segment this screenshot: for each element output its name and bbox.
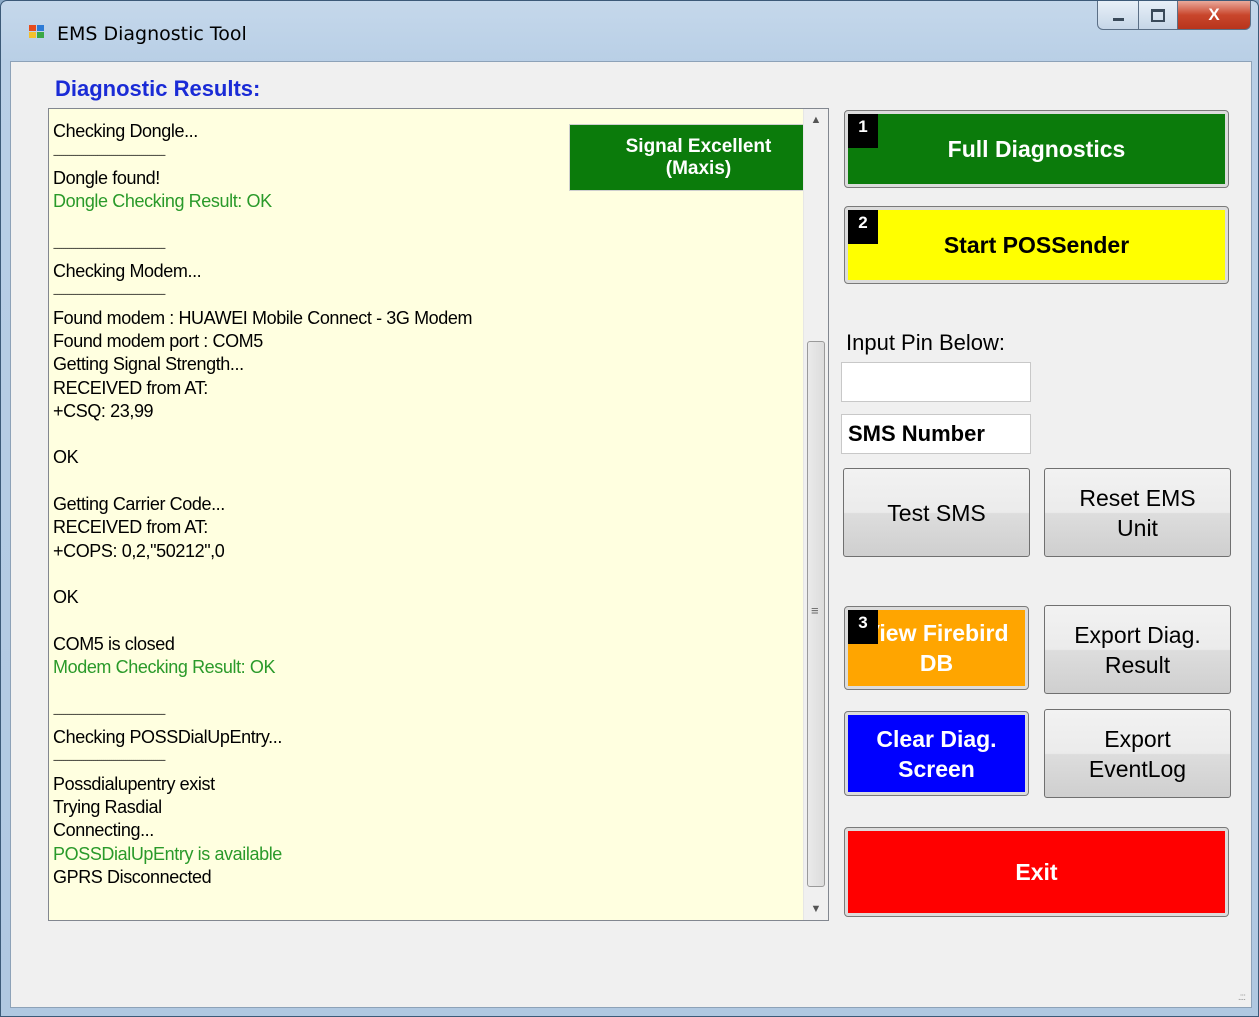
full-diagnostics-button[interactable]: 1 Full Diagnostics [844, 110, 1229, 188]
caption-buttons: X [1097, 1, 1251, 30]
close-button[interactable]: X [1178, 1, 1251, 30]
start-possender-label: Start POSSender [943, 232, 1130, 258]
log-line: +CSQ: 23,99 [53, 400, 154, 421]
log-scrollbar[interactable]: ▲ ≡ ▼ [803, 109, 828, 920]
test-sms-label: Test SMS [887, 499, 986, 526]
exit-label: Exit [1015, 859, 1058, 885]
log-separator: ----------------------------------------… [53, 755, 166, 766]
minimize-icon [1112, 17, 1124, 21]
page-title: Diagnostic Results: [55, 76, 261, 101]
log-line: OK [53, 447, 79, 468]
step-1-badge: 1 [848, 114, 878, 148]
pin-input[interactable] [841, 362, 1031, 402]
log-line: Possdialupentry exist [53, 773, 215, 794]
export-eventlog-button[interactable]: Export EventLog [1044, 709, 1231, 798]
step-2-badge: 2 [848, 210, 878, 244]
log-line: Dongle Checking Result: OK [53, 191, 272, 212]
log-line: Trying Rasdial [53, 796, 162, 817]
log-line: COM5 is closed [53, 633, 175, 654]
log-line: Connecting... [53, 820, 154, 841]
step-3-badge: 3 [848, 610, 878, 644]
log-line: Checking Modem... [53, 261, 202, 282]
diagnostic-log[interactable]: ----------------------------------------… [48, 108, 829, 921]
app-window: EMS Diagnostic Tool X Diagnostic Results… [0, 0, 1259, 1017]
view-firebird-db-label: View Firebird DB [864, 620, 1009, 676]
log-separator: ----------------------------------------… [53, 108, 166, 113]
log-line: Checking POSSDialUpEntry... [53, 727, 282, 748]
log-line: Found modem : HUAWEI Mobile Connect - 3G… [53, 307, 473, 328]
scroll-grip-icon: ≡ [811, 603, 819, 618]
signal-status-badge: Signal Excellent (Maxis) [569, 124, 828, 191]
window-title: EMS Diagnostic Tool [57, 23, 247, 45]
log-line: GPRS Disconnected [53, 866, 212, 887]
log-line: RECEIVED from AT: [53, 517, 208, 538]
exit-button[interactable]: Exit [844, 827, 1229, 917]
clear-diag-screen-button[interactable]: Clear Diag. Screen [844, 711, 1029, 796]
client-area: Diagnostic Results: --------------------… [10, 61, 1252, 1008]
export-diag-result-label: Export Diag. Result [1074, 621, 1201, 678]
log-line: Getting Signal Strength... [53, 354, 244, 375]
log-separator: ----------------------------------------… [53, 242, 166, 253]
export-diag-result-button[interactable]: Export Diag. Result [1044, 605, 1231, 694]
export-eventlog-label: Export EventLog [1088, 725, 1187, 782]
reset-ems-unit-button[interactable]: Reset EMS Unit [1044, 468, 1231, 557]
full-diagnostics-label: Full Diagnostics [947, 136, 1126, 162]
start-possender-button[interactable]: 2 Start POSSender [844, 206, 1229, 284]
log-line: POSSDialUpEntry is available [53, 843, 282, 864]
reset-ems-unit-label: Reset EMS Unit [1079, 484, 1196, 541]
scroll-up-icon[interactable]: ▲ [804, 109, 828, 131]
clear-diag-screen-label: Clear Diag. Screen [876, 725, 997, 782]
log-separator: ----------------------------------------… [53, 289, 166, 300]
maximize-button[interactable] [1139, 1, 1178, 30]
scroll-down-icon[interactable]: ▼ [804, 898, 828, 920]
app-icon [29, 25, 45, 39]
title-bar[interactable]: EMS Diagnostic Tool X [1, 1, 1258, 61]
maximize-icon [1151, 8, 1165, 22]
log-line: RECEIVED from AT: [53, 377, 208, 398]
close-icon: X [1208, 5, 1220, 24]
view-firebird-db-button[interactable]: 3 View Firebird DB [844, 606, 1029, 690]
log-separator: ----------------------------------------… [53, 708, 166, 719]
minimize-button[interactable] [1097, 1, 1139, 30]
log-line: +COPS: 0,2,"50212",0 [53, 540, 225, 561]
test-sms-button[interactable]: Test SMS [843, 468, 1030, 557]
pin-label: Input Pin Below: [846, 330, 1005, 355]
resize-grip-icon[interactable]: .::: [1238, 992, 1246, 1003]
log-line: Modem Checking Result: OK [53, 657, 276, 678]
log-line: Getting Carrier Code... [53, 494, 225, 515]
log-line: OK [53, 587, 79, 608]
log-lines: ----------------------------------------… [53, 108, 793, 889]
sms-number-input[interactable] [841, 414, 1031, 454]
log-line: Found modem port : COM5 [53, 330, 263, 351]
